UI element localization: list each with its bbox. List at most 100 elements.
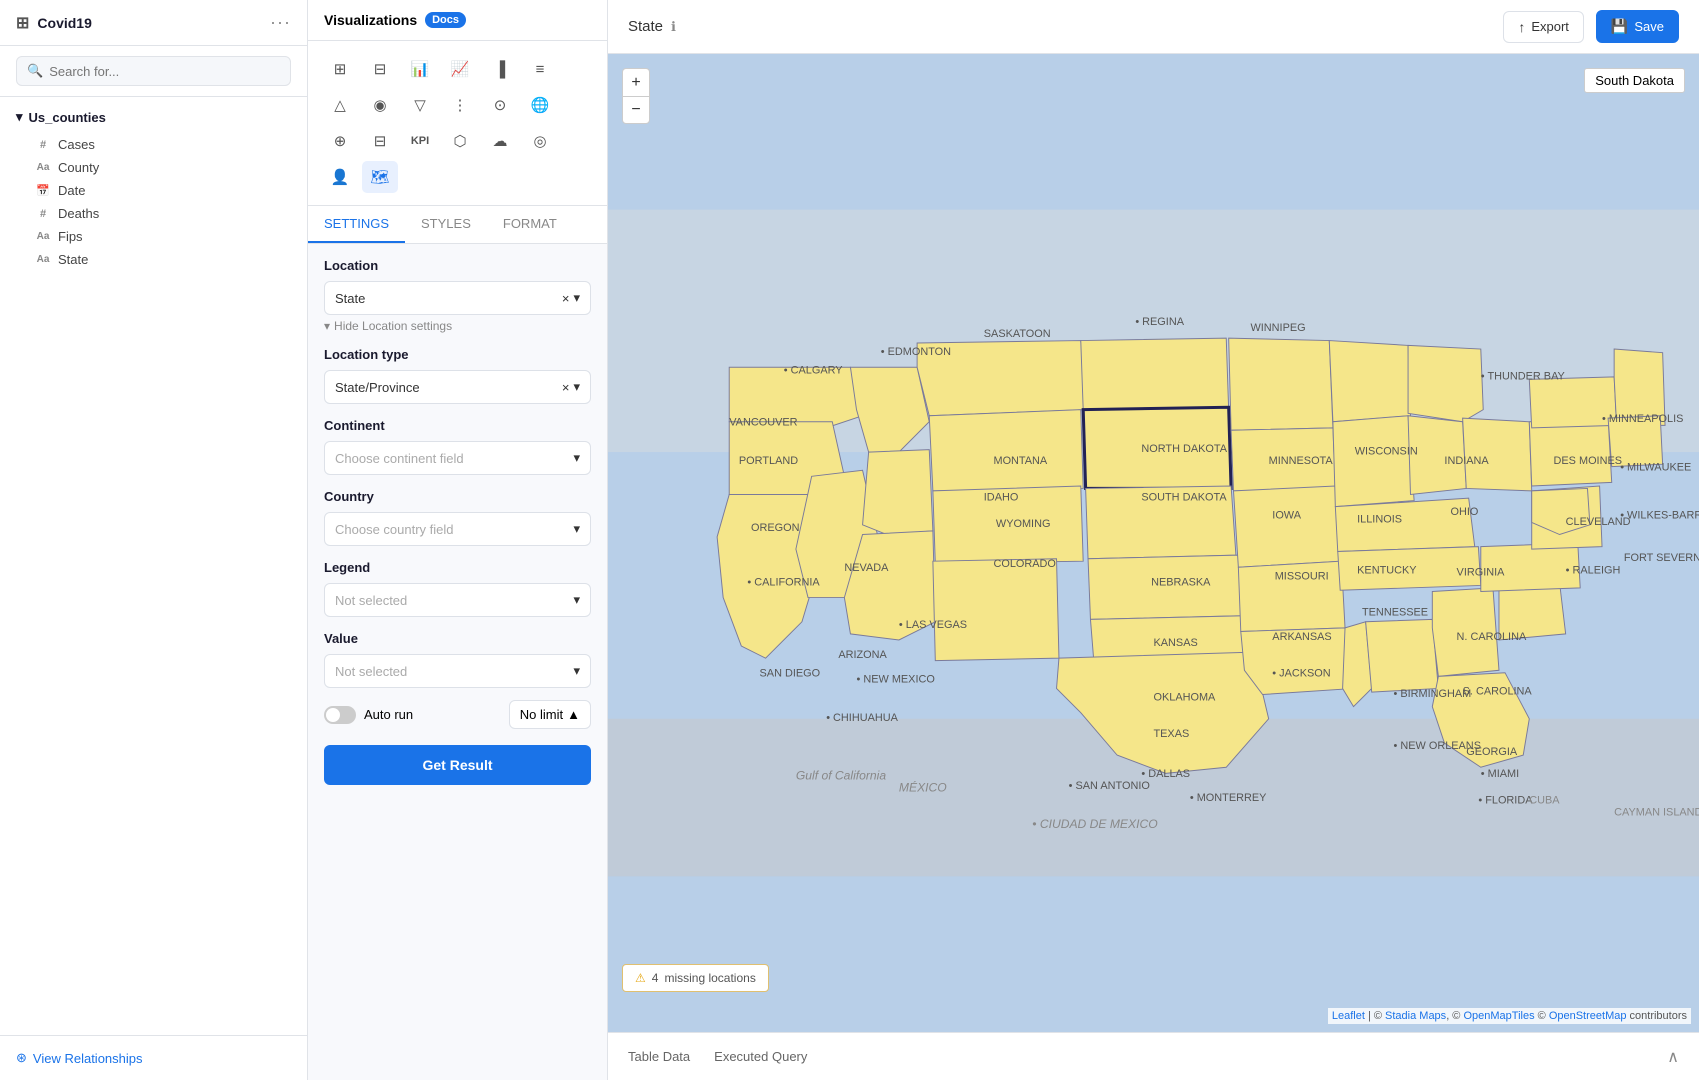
clear-icon[interactable]: × <box>562 291 570 306</box>
mixed-chart-icon[interactable]: ⊕ <box>322 125 358 157</box>
export-button[interactable]: ↑ Export <box>1503 11 1584 43</box>
dataset-group[interactable]: ▾ Us_counties <box>16 109 291 125</box>
table-data-tab[interactable]: Table Data <box>628 1045 690 1068</box>
sidebar-title: ⊞ Covid19 <box>16 13 92 33</box>
dropdown-icons: × ▾ <box>562 290 580 306</box>
radar-icon[interactable]: ⬡ <box>442 125 478 157</box>
leaflet-link[interactable]: Leaflet <box>1332 1010 1365 1022</box>
field-county[interactable]: Aa County <box>16 156 291 179</box>
visualizations-panel: Visualizations Docs ⊞ ⊟ 📊 📈 ▐ ≡ △ ◉ ▽ ⋮ … <box>308 0 608 1080</box>
main-title-area: State ℹ <box>628 18 676 35</box>
state-michigan[interactable] <box>1408 345 1483 421</box>
svg-text:• LAS VEGAS: • LAS VEGAS <box>899 619 967 631</box>
map-fill-icon[interactable]: 🗺 <box>362 161 398 193</box>
field-deaths[interactable]: # Deaths <box>16 202 291 225</box>
location-dropdown[interactable]: State × ▾ <box>324 281 591 315</box>
people-icon[interactable]: 👤 <box>322 161 358 193</box>
continent-dropdown[interactable]: Choose continent field ▾ <box>324 441 591 475</box>
missing-label: missing locations <box>664 971 755 985</box>
field-date[interactable]: 📅 Date <box>16 179 291 202</box>
view-relationships-link[interactable]: ⊛ View Relationships <box>16 1050 291 1066</box>
osm-link[interactable]: OpenStreetMap <box>1549 1010 1627 1022</box>
state-new-mexico[interactable] <box>933 559 1059 661</box>
hide-location-link[interactable]: ▾ Hide Location settings <box>324 319 591 333</box>
field-state[interactable]: Aa State <box>16 248 291 271</box>
executed-query-tab[interactable]: Executed Query <box>714 1045 807 1068</box>
line-icon[interactable]: 📈 <box>442 53 478 85</box>
gauge-icon[interactable]: ◎ <box>522 125 558 157</box>
svg-text:IDAHO: IDAHO <box>984 492 1019 504</box>
export-label: Export <box>1531 19 1569 34</box>
svg-text:WYOMING: WYOMING <box>996 518 1051 530</box>
funnel-icon[interactable]: ▽ <box>402 89 438 121</box>
state-missouri[interactable] <box>1234 486 1342 567</box>
main-content: State ℹ ↑ Export 💾 Save + − South Dakota <box>608 0 1699 1080</box>
tab-styles[interactable]: STYLES <box>405 206 487 243</box>
legend-dropdown[interactable]: Not selected ▾ <box>324 583 591 617</box>
map-tooltip: South Dakota <box>1584 68 1685 93</box>
state-illinois[interactable] <box>1333 416 1414 507</box>
auto-run-toggle[interactable] <box>324 706 356 724</box>
more-options-icon[interactable]: ··· <box>270 12 291 33</box>
svg-text:ARIZONA: ARIZONA <box>838 649 887 661</box>
docs-badge[interactable]: Docs <box>425 12 466 28</box>
viz-header: Visualizations Docs <box>308 0 607 41</box>
tab-settings[interactable]: SETTINGS <box>308 206 405 243</box>
chevron-down-icon: ▾ <box>573 592 580 608</box>
get-result-button[interactable]: Get Result <box>324 745 591 785</box>
state-north-dakota[interactable] <box>1081 338 1229 410</box>
kpi-icon[interactable]: KPI <box>402 125 438 157</box>
state-wisconsin[interactable] <box>1329 341 1410 422</box>
scatter-icon[interactable]: ⋮ <box>442 89 478 121</box>
horizontal-bar-icon[interactable]: ≡ <box>522 53 558 85</box>
save-button[interactable]: 💾 Save <box>1596 10 1679 43</box>
state-wyoming[interactable] <box>929 410 1083 491</box>
svg-text:• MILWAUKEE: • MILWAUKEE <box>1620 461 1691 473</box>
bar-icon[interactable]: 📊 <box>402 53 438 85</box>
country-placeholder: Choose country field <box>335 522 454 537</box>
clear-icon[interactable]: × <box>562 380 570 395</box>
pivot-icon[interactable]: ⊟ <box>362 53 398 85</box>
state-alabama[interactable] <box>1366 619 1439 692</box>
field-tree: ▾ Us_counties # Cases Aa County 📅 Date #… <box>0 97 307 1035</box>
state-minnesota[interactable] <box>1229 338 1333 430</box>
country-dropdown[interactable]: Choose country field ▾ <box>324 512 591 546</box>
field-type-icon: # <box>36 208 50 220</box>
missing-locations-badge[interactable]: ⚠ 4 missing locations <box>622 964 769 992</box>
wordcloud-icon[interactable]: ☁ <box>482 125 518 157</box>
stadia-link[interactable]: Stadia Maps <box>1385 1010 1446 1022</box>
search-section: 🔍 <box>0 46 307 97</box>
table-icon[interactable]: ⊞ <box>322 53 358 85</box>
map-geo-icon[interactable]: 🌐 <box>522 89 558 121</box>
search-box[interactable]: 🔍 <box>16 56 291 86</box>
svg-text:ILLINOIS: ILLINOIS <box>1357 513 1402 525</box>
info-icon[interactable]: ℹ <box>671 19 676 35</box>
tab-format[interactable]: FORMAT <box>487 206 573 243</box>
svg-text:KENTUCKY: KENTUCKY <box>1357 564 1417 576</box>
map-svg: • THUNDER BAY WINNIPEG • REGINA SASKATOO… <box>608 54 1699 1032</box>
zoom-in-button[interactable]: + <box>622 68 650 96</box>
map-container[interactable]: + − South Dakota <box>608 54 1699 1032</box>
area-icon[interactable]: △ <box>322 89 358 121</box>
state-pennsylvania[interactable] <box>1529 418 1611 486</box>
svg-text:• BIRMINGHAM: • BIRMINGHAM <box>1394 688 1472 700</box>
bubble-icon[interactable]: ⊙ <box>482 89 518 121</box>
zoom-out-button[interactable]: − <box>622 96 650 124</box>
no-limit-dropdown[interactable]: No limit ▲ <box>509 700 591 729</box>
export-icon: ↑ <box>1518 19 1525 35</box>
search-input[interactable] <box>49 64 280 79</box>
value-placeholder: Not selected <box>335 664 407 679</box>
location-type-dropdown[interactable]: State/Province × ▾ <box>324 370 591 404</box>
pie-icon[interactable]: ◉ <box>362 89 398 121</box>
bottom-controls: Auto run No limit ▲ <box>324 700 591 729</box>
field-fips[interactable]: Aa Fips <box>16 225 291 248</box>
svg-text:NEVADA: NEVADA <box>844 562 889 574</box>
collapse-icon[interactable]: ∧ <box>1667 1047 1679 1067</box>
svg-text:WISCONSIN: WISCONSIN <box>1355 446 1418 458</box>
column-icon[interactable]: ▐ <box>482 53 518 85</box>
gantt-icon[interactable]: ⊟ <box>362 125 398 157</box>
field-cases[interactable]: # Cases <box>16 133 291 156</box>
value-dropdown[interactable]: Not selected ▾ <box>324 654 591 688</box>
state-utah[interactable] <box>863 450 933 535</box>
openmaptiles-link[interactable]: OpenMapTiles <box>1463 1010 1534 1022</box>
